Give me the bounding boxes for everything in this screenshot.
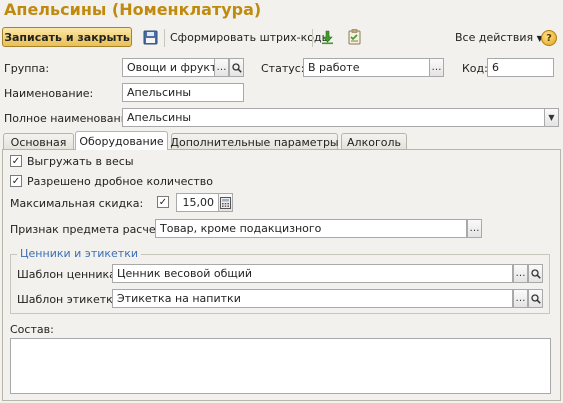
code-field[interactable]: 6 bbox=[487, 58, 554, 77]
payment-subject-select-button[interactable]: … bbox=[467, 219, 482, 238]
toolbar-separator bbox=[164, 29, 165, 47]
full-name-label: Полное наименование: bbox=[4, 112, 139, 125]
name-label: Наименование: bbox=[4, 87, 94, 100]
chevron-down-icon: ▼ bbox=[548, 113, 555, 122]
search-icon[interactable] bbox=[229, 58, 244, 77]
max-discount-label: Максимальная скидка: bbox=[10, 197, 144, 210]
clipboard-check-icon[interactable] bbox=[346, 29, 362, 45]
download-icon[interactable] bbox=[319, 29, 335, 45]
status-label: Статус: bbox=[261, 62, 305, 75]
composition-label: Состав: bbox=[10, 323, 54, 336]
max-discount-checkbox[interactable]: ✓ bbox=[157, 196, 169, 208]
full-name-field[interactable]: Апельсины bbox=[122, 108, 545, 127]
payment-subject-field[interactable]: Товар, кроме подакцизного bbox=[155, 219, 467, 238]
code-label: Код: bbox=[462, 62, 488, 75]
label-template-label: Шаблон этикетки: bbox=[17, 293, 124, 306]
form-title: Апельсины (Номенклатура) bbox=[4, 0, 262, 19]
search-icon[interactable] bbox=[528, 264, 543, 283]
save-icon[interactable] bbox=[142, 29, 158, 45]
search-icon[interactable] bbox=[528, 289, 543, 308]
label-template-select-button[interactable]: … bbox=[513, 289, 528, 308]
all-actions-menu[interactable]: Все действия ▼ bbox=[455, 31, 543, 44]
price-tag-template-select-button[interactable]: … bbox=[513, 264, 528, 283]
save-and-close-button[interactable]: Записать и закрыть bbox=[2, 27, 132, 47]
group-select-button[interactable]: … bbox=[214, 58, 229, 77]
tab-main[interactable]: Основная bbox=[3, 133, 74, 150]
price-tags-group-title: Ценники и этикетки bbox=[17, 247, 141, 260]
max-discount-field[interactable]: 15,00 bbox=[176, 193, 219, 212]
upload-scales-label: Выгружать в весы bbox=[27, 155, 134, 168]
checkmark-icon: ✓ bbox=[158, 196, 168, 208]
price-tag-template-field[interactable]: Ценник весовой общий bbox=[112, 264, 513, 283]
toolbar-separator bbox=[312, 29, 313, 47]
checkmark-icon: ✓ bbox=[11, 175, 21, 187]
composition-textarea[interactable] bbox=[10, 338, 551, 394]
group-label: Группа: bbox=[4, 62, 50, 75]
all-actions-label: Все действия bbox=[455, 31, 534, 44]
payment-subject-label: Признак предмета расчета: bbox=[10, 223, 173, 236]
calculator-icon[interactable] bbox=[218, 193, 233, 212]
tab-equipment[interactable]: Оборудование bbox=[75, 131, 168, 150]
name-field[interactable]: Апельсины bbox=[122, 83, 244, 102]
help-icon[interactable]: ? bbox=[541, 30, 557, 46]
tab-alcohol[interactable]: Алкоголь bbox=[341, 133, 407, 150]
label-template-field[interactable]: Этикетка на напитки bbox=[112, 289, 513, 308]
checkmark-icon: ✓ bbox=[11, 155, 21, 167]
price-tag-template-label: Шаблон ценника: bbox=[17, 268, 120, 281]
fractional-quantity-checkbox[interactable]: ✓ bbox=[10, 175, 22, 187]
group-field[interactable]: Овощи и фрукты bbox=[122, 58, 215, 77]
full-name-dropdown-button[interactable]: ▼ bbox=[544, 108, 559, 127]
status-select-button[interactable]: … bbox=[429, 58, 444, 77]
status-field[interactable]: В работе bbox=[303, 58, 430, 77]
tab-additional-parameters[interactable]: Дополнительные параметры bbox=[170, 133, 339, 150]
generate-barcodes-button[interactable]: Сформировать штрих-коды bbox=[170, 31, 330, 44]
upload-scales-checkbox[interactable]: ✓ bbox=[10, 155, 22, 167]
fractional-quantity-label: Разрешено дробное количество bbox=[27, 175, 214, 188]
